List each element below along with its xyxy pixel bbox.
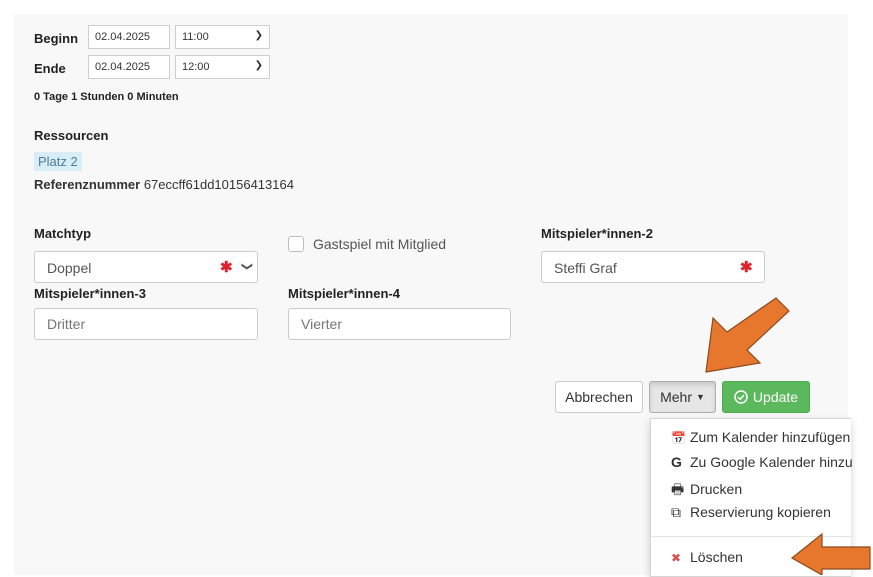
required-icon: ✱ [740,259,753,276]
reference-value: 67eccff61dd10156413164 [143,177,294,192]
google-icon: G [671,454,682,470]
player3-label: Mitspieler*innen-3 [34,286,146,301]
menu-item-print[interactable]: 🖶 Drucken [671,479,742,503]
reference-label: Referenznummer [34,177,141,192]
print-icon: 🖶 [671,481,685,497]
reference-number: Referenznummer 67eccff61dd10156413164 [34,177,294,192]
chevron-down-icon: ❯ [254,60,263,71]
begin-time-value: 11:00 [182,31,209,43]
player4-label: Mitspieler*innen-4 [288,286,400,301]
menu-item-label: Drucken [690,481,743,497]
annotation-arrow-icon [790,532,871,575]
required-icon: ✱ [220,259,233,276]
end-time-value: 12:00 [182,61,210,73]
end-label: Ende [34,61,66,76]
end-time-select[interactable]: 12:00 ❯ [175,55,270,79]
end-date-input[interactable] [88,55,170,79]
chevron-down-icon: ❯ [241,261,254,272]
menu-item-label: Löschen [690,549,743,565]
update-button[interactable]: Update [722,381,810,413]
annotation-arrow-icon [705,297,790,373]
player4-input[interactable] [288,308,511,340]
menu-item-add-calendar[interactable]: 📅 Zum Kalender hinzufügen [671,429,850,445]
more-button[interactable]: Mehr ▼ [649,381,716,413]
cancel-button[interactable]: Abbrechen [555,381,643,413]
resource-badge: Platz 2 [34,152,82,171]
copy-icon: ⧉ [671,504,681,520]
guest-checkbox[interactable] [288,236,304,252]
menu-item-google-calendar[interactable]: G Zu Google Kalender hinzu [671,454,853,470]
resources-heading: Ressourcen [34,128,109,143]
begin-date-input[interactable] [88,25,170,49]
player3-input[interactable] [34,308,258,340]
menu-item-label: Zum Kalender hinzufügen [690,429,851,445]
player2-label: Mitspieler*innen-2 [541,226,653,241]
matchtyp-label: Matchtyp [34,226,92,241]
menu-item-label: Zu Google Kalender hinzu [690,454,853,470]
chevron-down-icon: ❯ [254,30,263,41]
menu-item-delete[interactable]: ✖ Löschen [671,549,743,565]
calendar-icon: 📅 [671,431,686,445]
more-button-label: Mehr [660,389,692,405]
menu-item-copy-reservation[interactable]: ⧉ Reservierung kopieren [671,504,831,521]
matchtyp-value: Doppel [47,260,92,276]
check-circle-icon [734,390,748,404]
player2-value: Steffi Graf [554,260,617,276]
matchtyp-select[interactable]: Doppel ✱ ❯ [34,251,258,283]
duration-text: 0 Tage 1 Stunden 0 Minuten [34,91,179,103]
caret-down-icon: ▼ [695,392,705,402]
begin-label: Beginn [34,31,79,46]
update-button-label: Update [752,389,799,405]
guest-checkbox-label: Gastspiel mit Mitglied [313,236,447,252]
menu-item-label: Reservierung kopieren [690,504,831,520]
delete-icon: ✖ [671,551,682,565]
player2-input[interactable]: Steffi Graf ✱ [541,251,765,283]
begin-time-select[interactable]: 11:00 ❯ [175,25,270,49]
